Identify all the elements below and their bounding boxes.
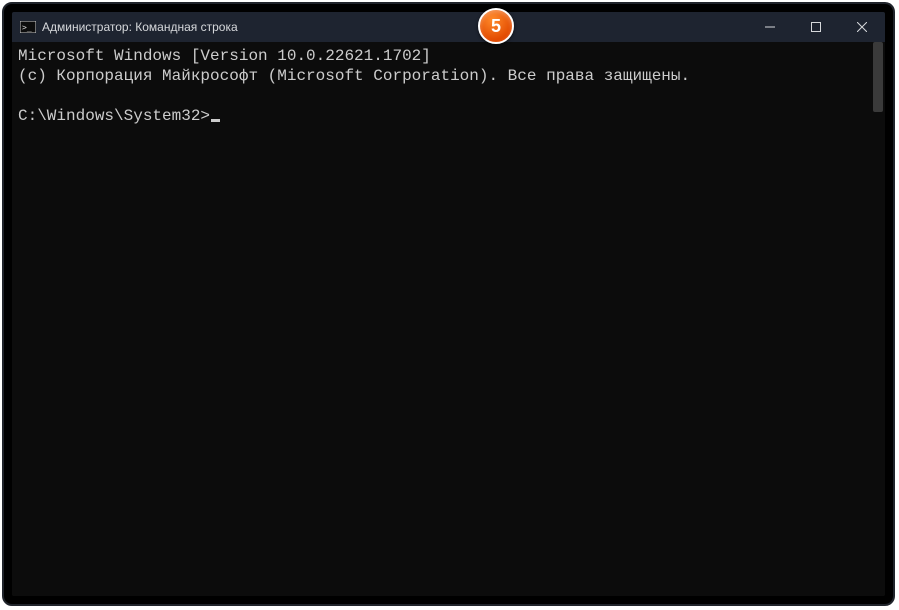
minimize-button[interactable] [747,12,793,42]
cursor-icon [211,119,220,122]
step-number: 5 [491,16,501,37]
terminal-line-copyright: (c) Корпорация Майкрософт (Microsoft Cor… [18,67,690,85]
window-controls [747,12,885,42]
vertical-scrollbar[interactable] [871,42,885,596]
close-button[interactable] [839,12,885,42]
titlebar[interactable]: >_ Администратор: Командная строка [12,12,885,42]
step-annotation-badge: 5 [478,8,514,44]
terminal-area[interactable]: Microsoft Windows [Version 10.0.22621.17… [12,42,885,596]
maximize-button[interactable] [793,12,839,42]
terminal-line-version: Microsoft Windows [Version 10.0.22621.17… [18,47,431,65]
terminal-prompt: C:\Windows\System32> [18,107,210,125]
screenshot-frame: >_ Администратор: Командная строка [2,2,895,606]
command-prompt-window: >_ Администратор: Командная строка [12,12,885,596]
scrollbar-thumb[interactable] [873,42,883,112]
svg-text:>_: >_ [22,23,32,32]
cmd-icon: >_ [20,19,36,35]
terminal-output: Microsoft Windows [Version 10.0.22621.17… [12,42,871,596]
window-title: Администратор: Командная строка [42,20,238,34]
